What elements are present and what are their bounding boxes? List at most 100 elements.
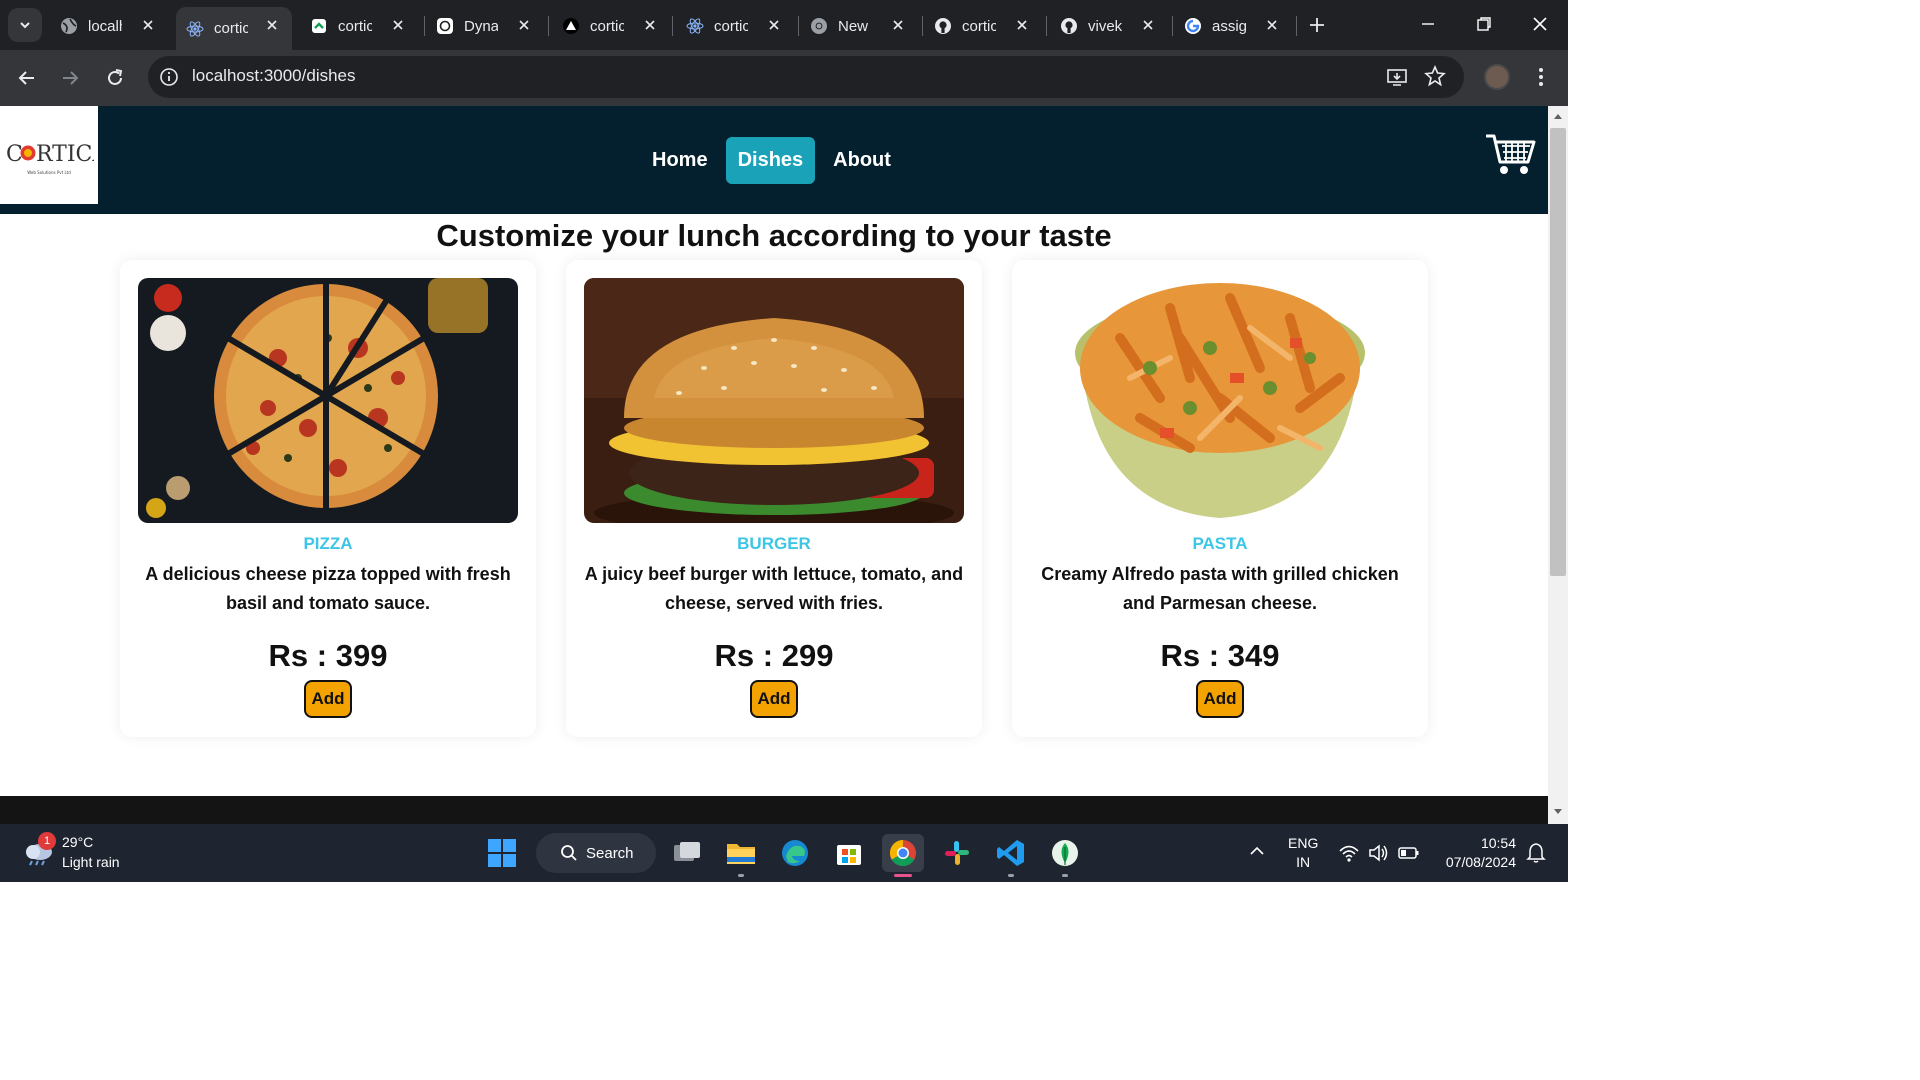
nav-home[interactable]: Home [640,137,720,184]
browser-tab[interactable]: cortica [300,7,418,45]
slack-button[interactable] [938,834,976,872]
close-tab-icon[interactable] [140,17,156,33]
wifi-icon[interactable] [1338,843,1360,863]
close-window-icon[interactable] [1528,12,1552,36]
browser-tab[interactable]: vivekv [1050,7,1168,45]
tab-separator [548,16,549,36]
browser-toolbar: localhost:3000/dishes [0,50,1568,106]
chrome-icon [889,839,916,867]
chevron-up-icon[interactable] [1248,844,1266,858]
chevron-down-icon [20,22,30,29]
browser-tab[interactable]: localhost [50,7,168,45]
add-to-cart-button[interactable]: Add [1196,680,1244,718]
close-tab-icon[interactable] [1014,17,1030,33]
dish-name: PIZZA [303,534,353,553]
tab-separator [1296,16,1297,36]
forward-arrow-icon[interactable] [58,66,82,90]
edge-button[interactable] [776,834,814,872]
weather-condition: Light rain [62,854,120,870]
volume-icon[interactable] [1368,843,1390,863]
vscode-icon [997,840,1024,866]
mongodb-icon [1052,840,1078,866]
github-icon [934,17,952,35]
tab-label: cortica [214,20,248,37]
start-button[interactable] [483,834,521,872]
close-tab-icon[interactable] [390,17,406,33]
vscode-button[interactable] [992,834,1030,877]
bookmark-star-icon[interactable] [1424,65,1446,87]
dish-name: BURGER [737,534,811,553]
globe-icon [60,17,78,35]
close-tab-icon[interactable] [890,17,906,33]
system-clock[interactable]: 10:54 07/08/2024 [1430,834,1516,872]
running-indicator [1008,874,1014,877]
weather-badge: 1 [38,832,56,850]
page-scrollbar[interactable] [1548,106,1568,824]
tab-label: New Tab [838,17,872,35]
browser-tab[interactable]: cortica [676,7,794,45]
close-tab-icon[interactable] [642,17,658,33]
burger-image [584,278,964,523]
close-tab-icon[interactable] [766,17,782,33]
nav-dishes[interactable]: Dishes [725,137,816,184]
add-to-cart-button[interactable]: Add [750,680,798,718]
browser-tab[interactable]: New Tab [800,7,918,45]
clock-date: 07/08/2024 [1445,854,1516,870]
tab-label: cortica [962,17,996,35]
main-nav: Home Dishes About [640,137,909,184]
reload-icon[interactable] [103,66,127,90]
battery-icon[interactable] [1398,843,1420,863]
page-viewport: C RTICA Web Solutions Pvt Ltd Home Dishe… [0,106,1548,824]
taskbar-search[interactable]: Search [536,833,656,873]
tab-label: Dynamic [464,17,498,35]
cart-icon[interactable] [1484,130,1536,178]
minimize-icon[interactable] [1416,12,1440,36]
scrollbar-thumb[interactable] [1550,128,1566,576]
scroll-up-arrow-icon[interactable] [1553,112,1563,120]
scroll-down-arrow-icon[interactable] [1553,808,1563,816]
browser-tab-active[interactable]: cortica [176,7,292,50]
profile-avatar[interactable] [1484,64,1510,90]
chrome-button[interactable] [882,834,924,877]
chatgpt-icon [436,17,454,35]
tab-label: cortica [338,17,372,35]
tab-label: localhost [88,17,122,35]
site-info-icon[interactable] [158,66,180,88]
dish-description: A delicious cheese pizza topped with fre… [145,564,511,613]
site-logo[interactable]: C RTICA Web Solutions Pvt Ltd [0,106,98,204]
dish-price: Rs : 399 [268,638,388,673]
browser-tab[interactable]: assignment [1174,7,1292,45]
tab-separator [798,16,799,36]
dish-price: Rs : 349 [1160,638,1280,673]
close-tab-icon[interactable] [516,17,532,33]
react-icon [686,17,704,35]
tab-separator [922,16,923,36]
browser-tab[interactable]: Dynamic [426,7,544,45]
task-view-button[interactable] [668,834,706,872]
language-indicator[interactable]: ENG IN [1288,834,1318,872]
address-bar[interactable]: localhost:3000/dishes [148,56,1464,98]
new-tab-icon[interactable] [1306,14,1328,36]
install-app-icon[interactable] [1386,66,1408,88]
pizza-image [138,278,518,523]
notification-bell-icon[interactable] [1526,842,1546,864]
microsoft-store-icon [837,845,861,865]
more-menu-icon[interactable] [1532,66,1550,88]
restore-icon[interactable] [1472,12,1496,36]
browser-tab[interactable]: cortica [552,7,670,45]
file-explorer-button[interactable] [722,834,760,877]
add-to-cart-button[interactable]: Add [304,680,352,718]
close-tab-icon[interactable] [264,17,280,33]
nav-about[interactable]: About [821,137,903,184]
browser-tab[interactable]: cortica [924,7,1042,45]
tab-search-button[interactable] [8,8,42,42]
mongodb-compass-button[interactable] [1046,834,1084,877]
back-arrow-icon[interactable] [15,66,39,90]
task-view-icon [674,842,700,861]
weather-widget[interactable]: 1 29°C Light rain [20,832,160,874]
svg-text:RTICA: RTICA [36,142,94,167]
close-tab-icon[interactable] [1264,17,1280,33]
lang-region: IN [1296,854,1311,870]
close-tab-icon[interactable] [1140,17,1156,33]
store-button[interactable] [830,834,868,872]
